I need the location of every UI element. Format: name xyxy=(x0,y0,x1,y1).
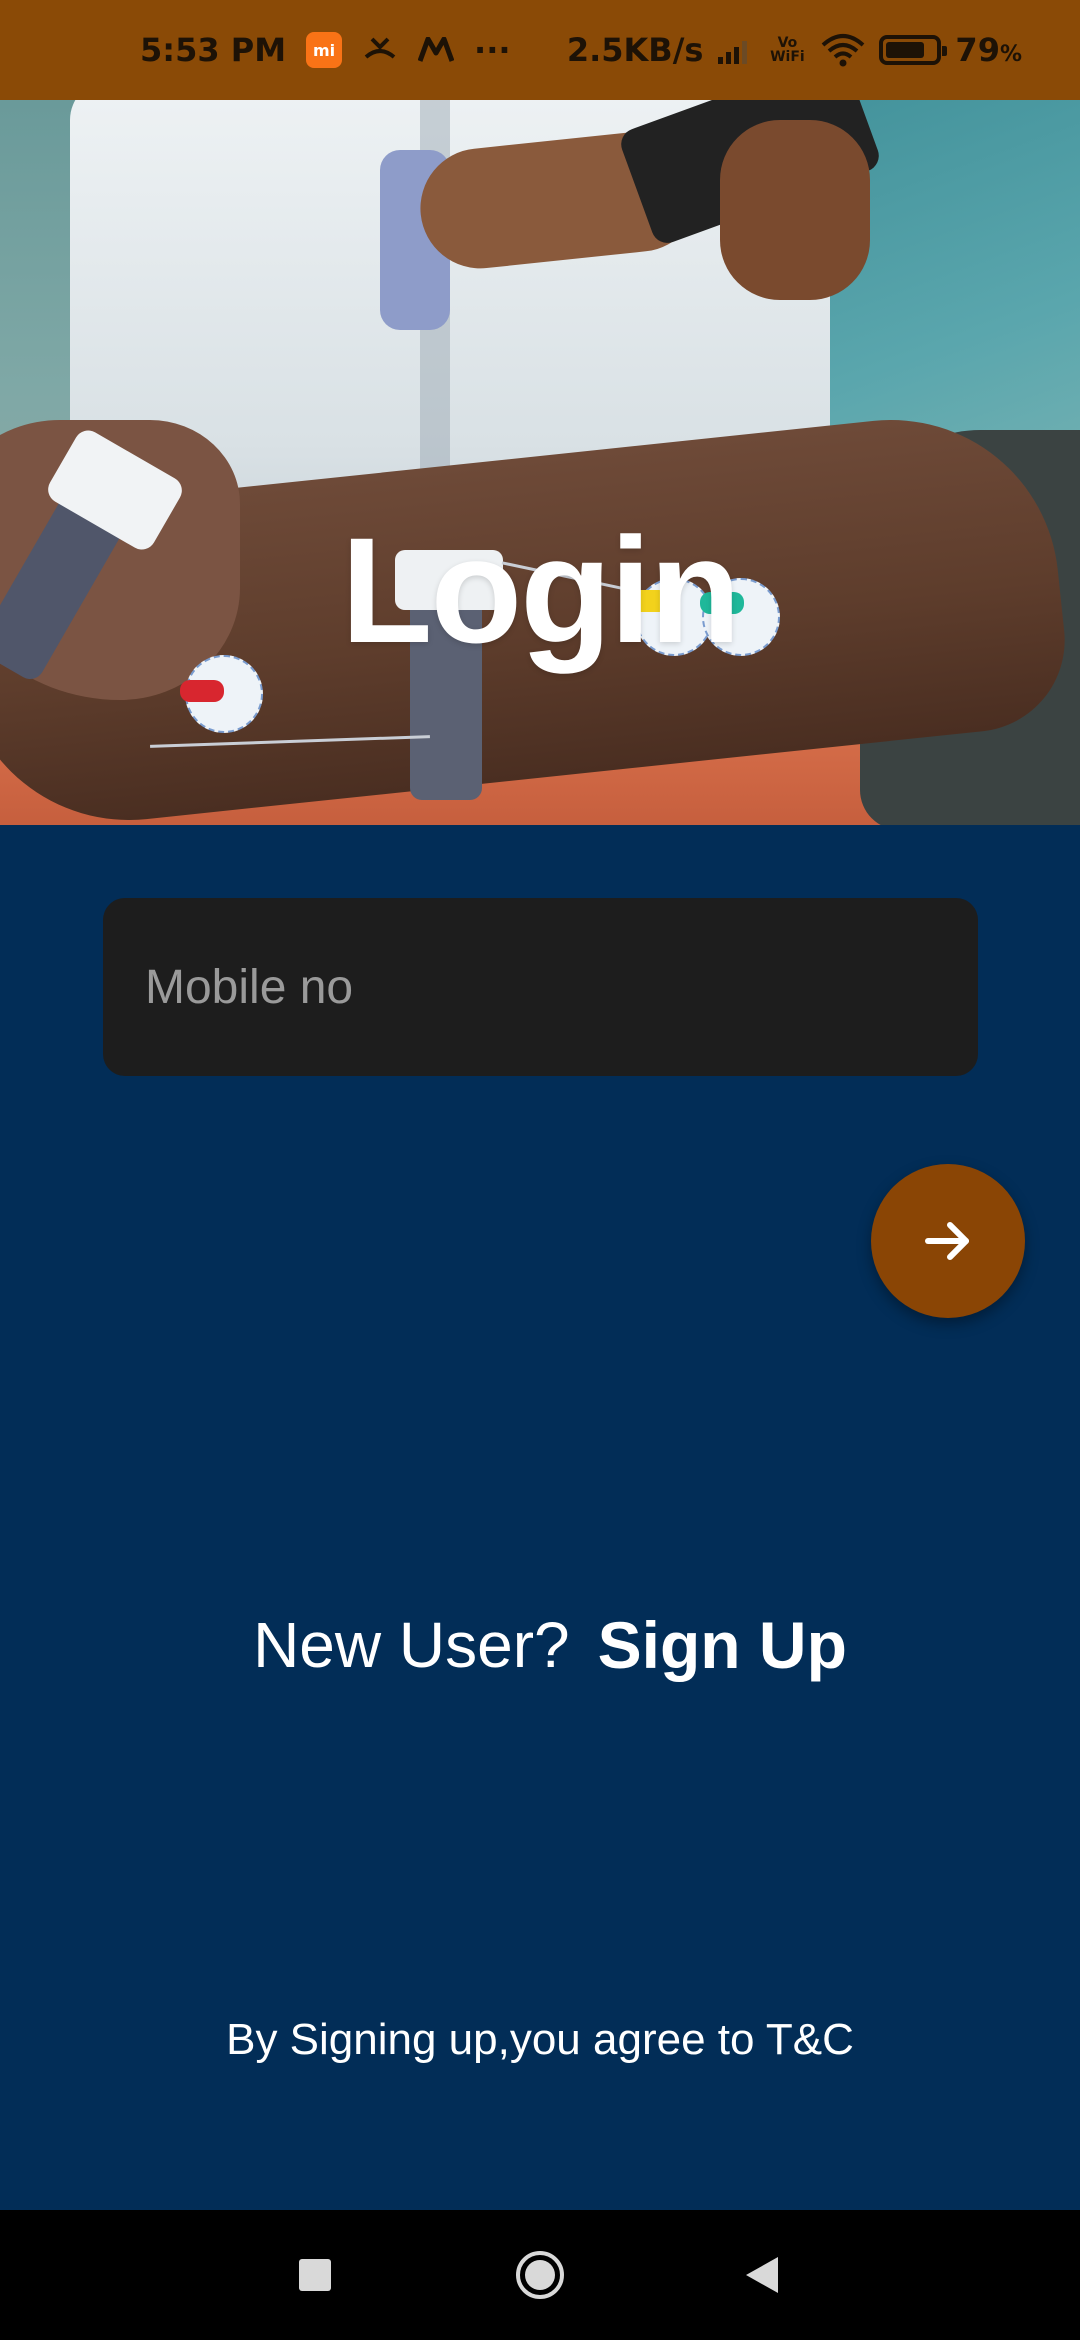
next-button[interactable] xyxy=(871,1164,1025,1318)
battery-percent-unit: % xyxy=(999,42,1022,67)
home-button[interactable] xyxy=(490,2210,590,2340)
wifi-icon xyxy=(821,33,865,67)
sign-up-link[interactable]: Sign Up xyxy=(598,1607,847,1683)
more-notifications-icon: ··· xyxy=(474,31,511,69)
new-user-prompt: New User? xyxy=(253,1609,570,1681)
battery-icon xyxy=(879,35,948,65)
missed-call-icon xyxy=(362,35,398,65)
page-title: Login xyxy=(340,506,741,674)
battery-level-fill xyxy=(886,42,925,58)
back-button[interactable] xyxy=(712,2210,812,2340)
hero-doctor-hand-right xyxy=(720,120,870,300)
hero-red-clip xyxy=(180,680,224,702)
mobile-number-input[interactable] xyxy=(103,898,978,1076)
battery-percent: 79% xyxy=(955,31,1022,69)
signal-icon xyxy=(717,35,753,65)
battery-percent-value: 79 xyxy=(955,31,1000,69)
triangle-back-icon xyxy=(746,2257,778,2293)
arrow-right-icon xyxy=(925,1222,969,1260)
status-left: 5:53 PM mi ··· xyxy=(140,0,511,100)
status-time: 5:53 PM xyxy=(140,31,287,69)
signup-row: New User? Sign Up xyxy=(0,1605,1080,1685)
status-bar: 5:53 PM mi ··· 2.5KB/s Vo WiFi 79% xyxy=(0,0,1080,100)
circle-home-icon xyxy=(516,2251,564,2299)
hero-image: Login xyxy=(0,100,1080,825)
status-right: 2.5KB/s Vo WiFi 79% xyxy=(567,0,1022,100)
navigation-bar xyxy=(0,2210,1080,2340)
m-app-icon xyxy=(418,37,455,63)
vowifi-icon: Vo WiFi xyxy=(770,35,805,65)
network-speed: 2.5KB/s xyxy=(566,31,704,69)
recents-button[interactable] xyxy=(265,2210,365,2340)
mobile-input-container xyxy=(103,898,978,1076)
terms-text[interactable]: By Signing up,you agree to T&C xyxy=(0,2015,1080,2065)
mi-notification-icon: mi xyxy=(306,32,343,68)
square-recents-icon xyxy=(299,2259,331,2291)
